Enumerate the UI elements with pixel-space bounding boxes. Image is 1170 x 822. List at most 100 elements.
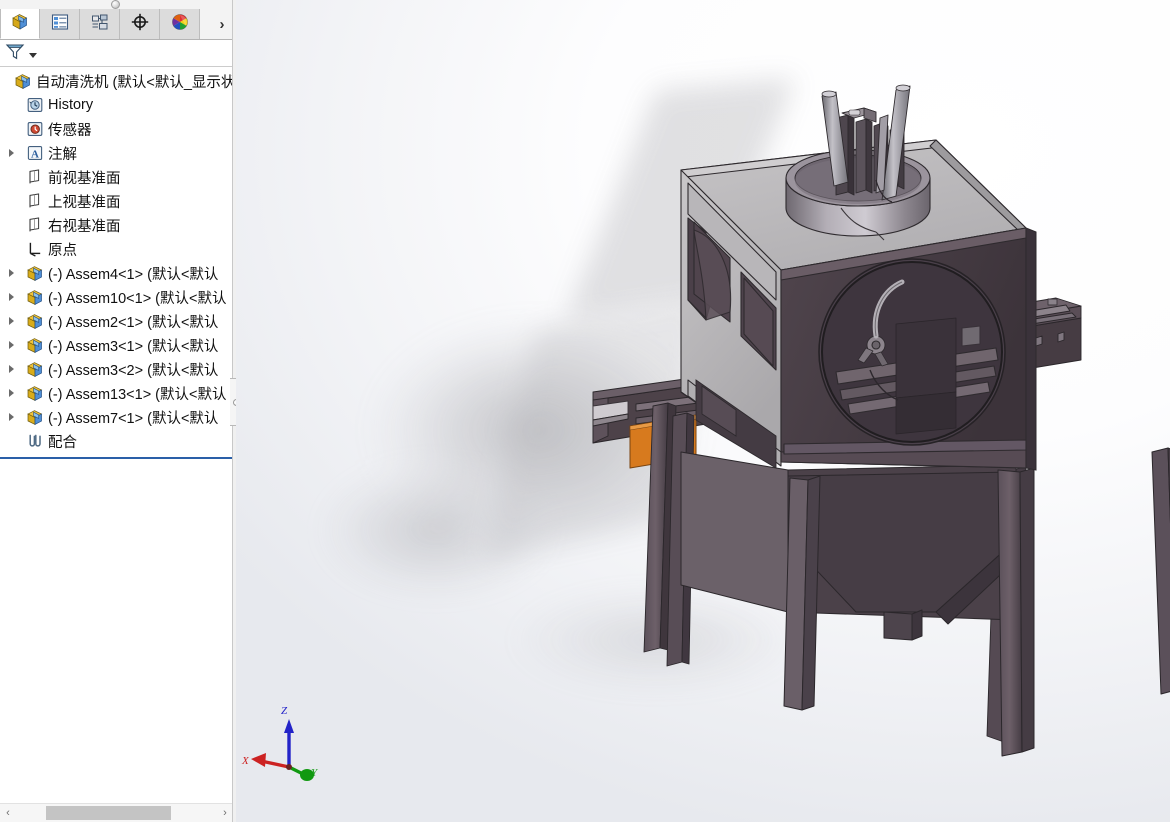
tree-item[interactable]: (-) Assem4<1> (默认<默认 [0,261,235,285]
configuration-icon [90,12,110,37]
annotation-a-icon: A [26,144,44,162]
tree-expander-placeholder [4,429,18,453]
component-cube-icon [26,312,44,330]
triad-label-x: X [242,755,249,767]
tree-item[interactable]: (-) Assem3<2> (默认<默认 [0,357,235,381]
scrollbar-track[interactable] [16,804,217,822]
tree-filter-bar [0,40,235,67]
caret-down-icon [29,53,37,58]
tree-expander-icon[interactable] [4,333,18,357]
tab-strip-spacer [200,9,209,39]
tree-item-label: (-) Assem13<1> (默认<默认 [48,386,227,403]
tree-expander-icon[interactable] [4,357,18,381]
tree-item-label: 上视基准面 [48,194,121,211]
coordinate-triad: Z X Y [241,705,331,785]
tree-expander-icon[interactable] [4,285,18,309]
filter-funnel-icon [4,41,26,66]
tree-expander-icon[interactable] [4,261,18,285]
tree-item[interactable]: 上视基准面 [0,189,235,213]
cabinet-right-edge [1025,227,1037,471]
tree-item[interactable]: (-) Assem10<1> (默认<默认 [0,285,235,309]
component-cube-icon [26,360,44,378]
tree-item-label: 注解 [48,146,77,163]
tab-property-manager[interactable] [40,9,80,39]
tree-item-label: (-) Assem2<1> (默认<默认 [48,314,219,331]
plane-icon [26,168,44,186]
component-cube-icon [26,408,44,426]
history-icon [26,96,44,114]
tree-expander-placeholder [4,237,18,261]
crosshair-icon [130,12,150,37]
scroll-right-arrow-icon[interactable]: › [217,804,233,822]
component-cube-icon [26,264,44,282]
tree-item-label: (-) Assem3<2> (默认<默认 [48,362,219,379]
color-wheel-icon [170,12,190,37]
solidworks-window: › 自动清洗机 (默认<默认_显示状 History 传感器 A 注解前视基准面上视基准… [0,0,1170,822]
tree-item-label: (-) Assem7<1> (默认<默认 [48,410,219,427]
tree-item-label: 自动清洗机 (默认<默认_显示状 [36,74,235,91]
tree-item[interactable]: 前视基准面 [0,165,235,189]
tree-item-label: (-) Assem3<1> (默认<默认 [48,338,219,355]
triad-label-y: Y [311,767,318,779]
tab-display-manager[interactable] [160,9,200,39]
component-cube-icon [26,384,44,402]
plane-icon [26,192,44,210]
tree-expander-placeholder [4,213,18,237]
tree-expander-icon[interactable] [4,405,18,429]
tree-expander-placeholder [4,117,18,141]
tab-configuration-manager[interactable] [80,9,120,39]
feature-tree[interactable]: 自动清洗机 (默认<默认_显示状 History 传感器 A 注解前视基准面上视基准面右… [0,69,235,459]
tree-expander-placeholder [4,165,18,189]
cube-icon [10,11,30,36]
scroll-left-arrow-icon[interactable]: ‹ [0,804,16,822]
tree-item-label: (-) Assem4<1> (默认<默认 [48,266,219,283]
tab-feature-manager[interactable] [0,9,40,39]
tree-item[interactable]: A 注解 [0,141,235,165]
tree-item-label: 原点 [48,242,77,259]
tree-empty-area [0,459,232,803]
graphics-viewport[interactable]: Z X Y [236,0,1170,822]
list-properties-icon [50,12,70,37]
assembly-cube-icon [14,72,32,90]
tree-expander-icon[interactable] [4,141,18,165]
tree-item-label: 配合 [48,434,77,451]
tree-item-label: 前视基准面 [48,170,121,187]
tree-item[interactable]: 右视基准面 [0,213,235,237]
manager-tab-strip: › [0,9,235,40]
tree-item[interactable]: 自动清洗机 (默认<默认_显示状 [0,69,235,93]
tree-expander-placeholder [0,69,14,93]
svg-text:A: A [31,148,39,160]
origin-icon [26,240,44,258]
tree-item[interactable]: (-) Assem13<1> (默认<默认 [0,381,235,405]
tree-section-divider [0,457,232,459]
tree-expander-icon[interactable] [4,381,18,405]
component-cube-icon [26,336,44,354]
triad-label-z: Z [281,705,288,717]
tree-expander-placeholder [4,189,18,213]
tree-item[interactable]: (-) Assem2<1> (默认<默认 [0,309,235,333]
sensor-icon [26,120,44,138]
tree-item[interactable]: 配合 [0,429,235,453]
tree-item[interactable]: 原点 [0,237,235,261]
spindle-rods[interactable] [821,84,911,203]
component-cube-icon [26,288,44,306]
tree-item-label: History [48,97,94,113]
tree-item[interactable]: (-) Assem3<1> (默认<默认 [0,333,235,357]
filter-funnel-button[interactable] [0,41,37,66]
tree-expander-icon[interactable] [4,309,18,333]
cad-model-canvas[interactable] [236,0,1170,822]
tree-item[interactable]: (-) Assem7<1> (默认<默认 [0,405,235,429]
tree-expander-placeholder [4,93,18,117]
tree-item-label: 右视基准面 [48,218,121,235]
tree-item[interactable]: History [0,93,235,117]
tree-item-label: 传感器 [48,122,92,139]
plane-icon [26,216,44,234]
mates-paperclip-icon [26,432,44,450]
tree-item[interactable]: 传感器 [0,117,235,141]
feature-manager-panel: › 自动清洗机 (默认<默认_显示状 History 传感器 A 注解前视基准面上视基准… [0,0,235,822]
tree-horizontal-scrollbar[interactable]: ‹ › [0,803,233,822]
scrollbar-thumb[interactable] [46,806,171,820]
tab-dimxpert-manager[interactable] [120,9,160,39]
panel-pin-icon[interactable] [111,0,120,9]
tree-item-label: (-) Assem10<1> (默认<默认 [48,290,227,307]
